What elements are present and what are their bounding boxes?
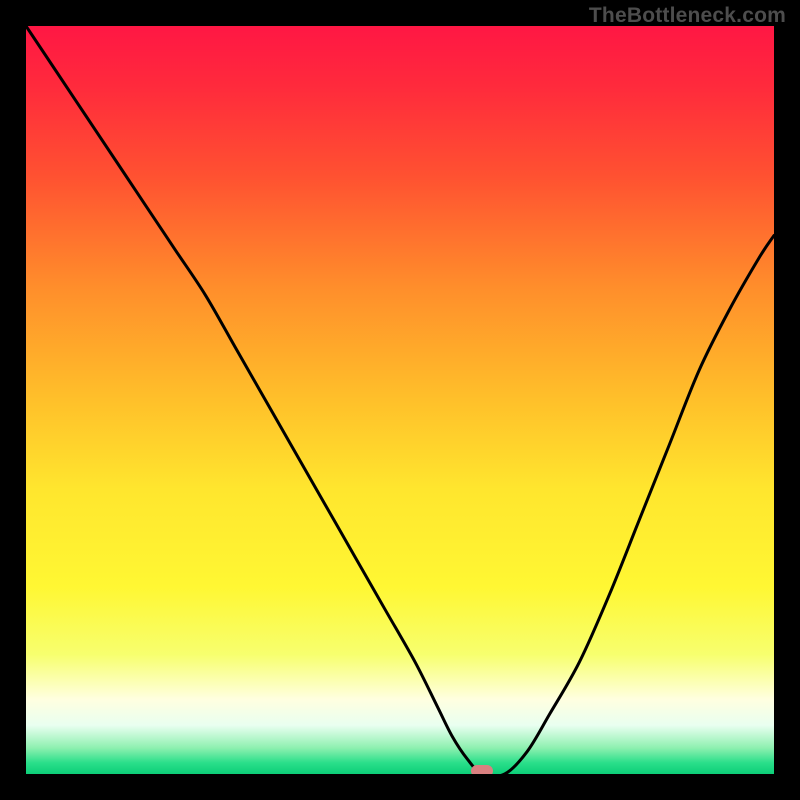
watermark-text: TheBottleneck.com [589, 4, 786, 28]
chart-svg [26, 26, 774, 774]
chart-plot-area [26, 26, 774, 774]
optimal-point-marker [471, 765, 493, 774]
chart-frame: TheBottleneck.com [0, 0, 800, 800]
chart-background-gradient [26, 26, 774, 774]
